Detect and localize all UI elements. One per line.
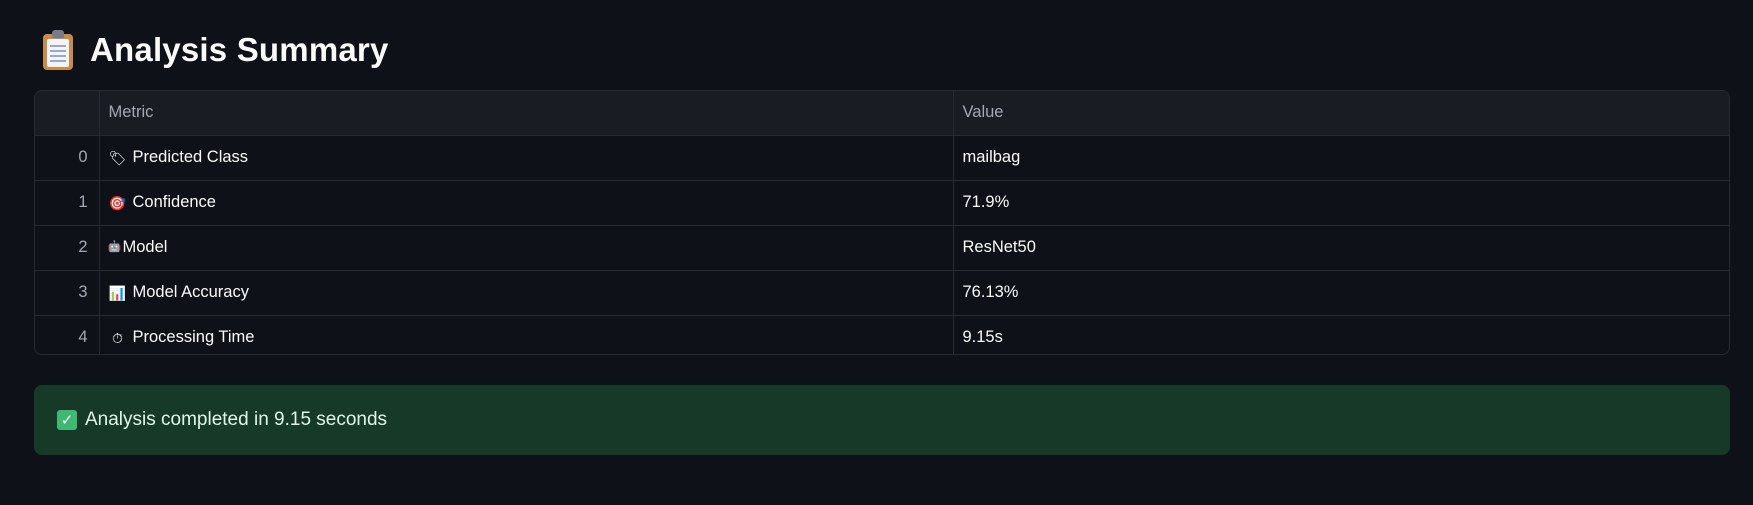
value-cell[interactable]: 9.15s	[953, 315, 1729, 354]
table-row[interactable]: 1 🎯 Confidence 71.9%	[35, 180, 1729, 226]
success-alert: ✓ Analysis completed in 9.15 seconds	[34, 385, 1730, 455]
column-header-index[interactable]	[35, 91, 100, 136]
tag-icon: 🏷	[108, 149, 127, 166]
robot-icon: 🤖	[107, 241, 122, 253]
row-index: 0	[35, 135, 100, 181]
row-index: 4	[35, 315, 100, 354]
table-row[interactable]: 3 📊 Model Accuracy 76.13%	[35, 270, 1729, 316]
metric-label: Predicted Class	[132, 148, 249, 166]
clipboard-icon	[38, 28, 78, 72]
table-row[interactable]: 0 🏷 Predicted Class mailbag	[35, 135, 1729, 181]
row-index: 3	[35, 270, 100, 316]
table-row[interactable]: 2 🤖 Model ResNet50	[35, 225, 1729, 271]
value-cell[interactable]: 76.13%	[953, 270, 1729, 316]
value-cell[interactable]: ResNet50	[953, 225, 1729, 271]
metric-cell[interactable]: 📊 Model Accuracy	[99, 270, 954, 316]
metric-label: Model	[122, 238, 168, 256]
metric-cell[interactable]: 🏷 Predicted Class	[99, 135, 954, 181]
metric-cell[interactable]: 🤖 Model	[99, 225, 954, 271]
summary-table[interactable]: Metric Value 0 🏷 Predicted Class mailbag	[34, 90, 1730, 355]
bar-chart-icon: 📊	[108, 284, 127, 301]
metric-label: Confidence	[132, 193, 216, 211]
row-index: 1	[35, 180, 100, 226]
metric-cell[interactable]: ⏱ Processing Time	[99, 315, 954, 354]
check-mark-icon: ✓	[57, 410, 77, 430]
page: Analysis Summary Metric Value 0 🏷 Predic…	[0, 0, 1753, 505]
stopwatch-icon: ⏱	[112, 329, 123, 346]
row-index: 2	[35, 225, 100, 271]
column-header-value[interactable]: Value	[953, 91, 1729, 136]
title-row: Analysis Summary	[38, 24, 389, 76]
target-icon: 🎯	[108, 194, 127, 211]
metric-label: Model Accuracy	[132, 283, 249, 301]
column-header-metric[interactable]: Metric	[99, 91, 954, 136]
success-message: Analysis completed in 9.15 seconds	[85, 409, 388, 430]
value-cell[interactable]: mailbag	[953, 135, 1729, 181]
page-title: Analysis Summary	[90, 31, 389, 68]
table-row[interactable]: 4 ⏱ Processing Time 9.15s	[35, 315, 1729, 354]
metric-label: Processing Time	[132, 328, 255, 346]
table-header-row: Metric Value	[35, 91, 1729, 136]
value-cell[interactable]: 71.9%	[953, 180, 1729, 226]
metric-cell[interactable]: 🎯 Confidence	[99, 180, 954, 226]
